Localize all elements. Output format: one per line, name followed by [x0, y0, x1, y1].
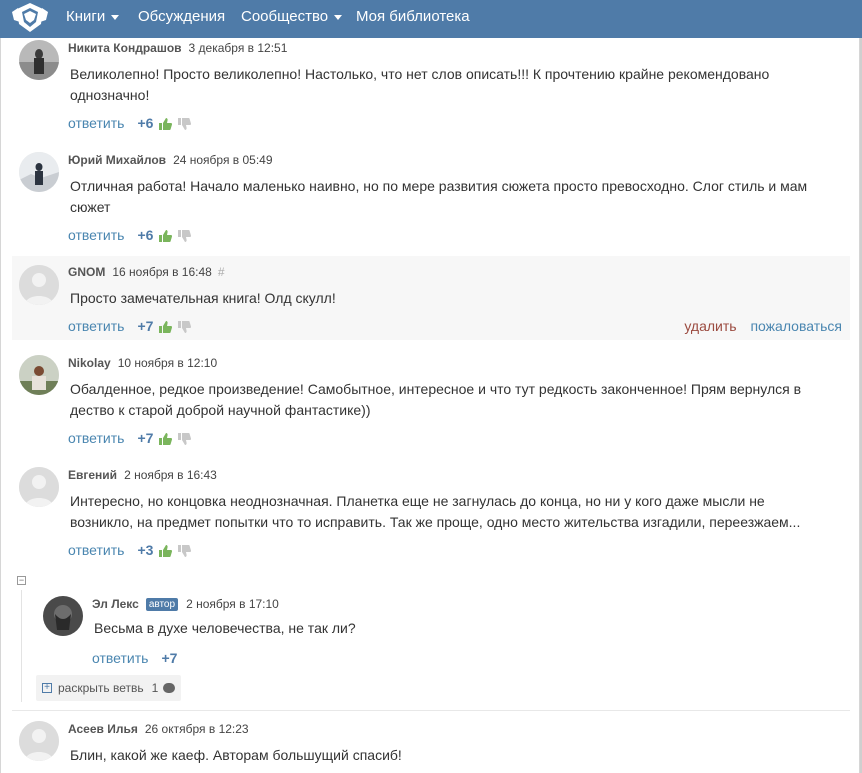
thumb-down-icon[interactable]: [178, 320, 192, 333]
comment-date: 2 ноября в 16:43: [124, 468, 217, 482]
thumb-up-icon[interactable]: [159, 117, 173, 130]
vote-count: +7: [161, 650, 178, 666]
permalink-hash[interactable]: #: [218, 265, 225, 279]
comment-header: Евгений 2 ноября в 16:43: [68, 468, 217, 482]
comment-date: 16 ноября в 16:48: [112, 265, 212, 279]
comment-header: Никита Кондрашов 3 декабря в 12:51: [68, 41, 287, 55]
comment-item: Юрий Михайлов 24 ноября в 05:49 Отличная …: [12, 150, 850, 250]
comment-item: Nikolay 10 ноября в 12:10 Обалденное, ред…: [12, 353, 850, 453]
nav-my-library[interactable]: Моя библиотека: [356, 8, 470, 25]
reply-comment-item: Эл Лекс автор 2 ноября в 17:10 Весьма в ду…: [36, 594, 850, 670]
comment-date: 2 ноября в 17:10: [186, 597, 279, 611]
thumb-down-icon[interactable]: [178, 544, 192, 557]
comment-author[interactable]: Никита Кондрашов: [68, 41, 182, 55]
comment-date: 3 декабря в 12:51: [188, 41, 288, 55]
vote-count: +3: [137, 542, 154, 558]
comment-item: Асеев Илья 26 октября в 12:23 Блин, какой…: [12, 719, 850, 773]
comment-text: Просто замечательная книга! Олд скулл!: [70, 290, 336, 306]
thumb-down-icon[interactable]: [178, 229, 192, 242]
comment-author[interactable]: Эл Лекс: [92, 597, 139, 611]
comment-author[interactable]: Юрий Михайлов: [68, 153, 166, 167]
logo-icon[interactable]: [10, 0, 50, 34]
nav-community[interactable]: Сообщество: [241, 8, 343, 25]
report-link[interactable]: пожаловаться: [750, 318, 842, 334]
avatar[interactable]: [43, 596, 83, 636]
comment-text: Блин, какой же каеф. Авторам большущий с…: [70, 747, 402, 763]
author-badge: автор: [145, 598, 179, 611]
thumb-down-icon[interactable]: [178, 117, 192, 130]
comment-author[interactable]: Асеев Илья: [68, 722, 138, 736]
reply-link[interactable]: ответить: [92, 650, 148, 666]
avatar[interactable]: [19, 467, 59, 507]
reply-count: 1: [151, 681, 159, 695]
comment-text: Весьма в духе человечества, не так ли?: [94, 620, 356, 636]
comment-header: Nikolay 10 ноября в 12:10: [68, 356, 217, 370]
thumb-down-icon[interactable]: [178, 432, 192, 445]
thumb-up-icon[interactable]: [159, 320, 173, 333]
comment-actions: ответить +7: [68, 430, 192, 446]
comment-header: Асеев Илья 26 октября в 12:23: [68, 722, 249, 736]
collapse-icon[interactable]: −: [17, 576, 26, 585]
comment-actions: ответить +7: [68, 318, 192, 334]
comment-item: GNOM 16 ноября в 16:48 # Просто замечатель…: [12, 256, 850, 340]
reply-link[interactable]: ответить: [68, 318, 124, 334]
comment-item: Евгений 2 ноября в 16:43 Интересно, но ко…: [12, 465, 850, 565]
comment-author[interactable]: GNOM: [68, 265, 105, 279]
chevron-down-icon: [334, 15, 343, 20]
reply-link[interactable]: ответить: [68, 542, 124, 558]
comment-text: Интересно, но концовка неоднозначная. Пл…: [70, 493, 801, 530]
nav-books[interactable]: Книги: [66, 8, 120, 25]
comment-text: Обалденное, редкое произведение! Самобыт…: [70, 381, 802, 418]
delete-link[interactable]: удалить: [684, 318, 736, 334]
avatar[interactable]: [19, 152, 59, 192]
comment-header: Эл Лекс автор 2 ноября в 17:10: [92, 597, 279, 612]
comment-actions: ответить +6: [68, 115, 192, 131]
comment-author[interactable]: Nikolay: [68, 356, 111, 370]
expand-branch-button[interactable]: + раскрыть ветвь 1: [36, 675, 182, 701]
reply-link[interactable]: ответить: [68, 227, 124, 243]
vote-count: +7: [137, 430, 154, 446]
vote-count: +7: [137, 318, 154, 334]
comment-item: Никита Кондрашов 3 декабря в 12:51 Велико…: [12, 38, 850, 138]
avatar[interactable]: [19, 265, 59, 305]
thumb-up-icon[interactable]: [159, 432, 173, 445]
nav-discussions[interactable]: Обсуждения: [138, 8, 225, 25]
comment-author[interactable]: Евгений: [68, 468, 117, 482]
comment-header: Юрий Михайлов 24 ноября в 05:49: [68, 153, 273, 167]
expand-branch-label: раскрыть ветвь: [58, 681, 144, 695]
chevron-down-icon: [111, 15, 120, 20]
avatar[interactable]: [19, 40, 59, 80]
thumb-up-icon[interactable]: [159, 544, 173, 557]
avatar[interactable]: [19, 721, 59, 761]
comment-actions: ответить +6: [68, 227, 192, 243]
comment-actions: ответить +7: [92, 650, 177, 666]
avatar[interactable]: [19, 355, 59, 395]
vote-count: +6: [137, 227, 154, 243]
reply-link[interactable]: ответить: [68, 430, 124, 446]
reply-link[interactable]: ответить: [68, 115, 124, 131]
vote-count: +6: [137, 115, 154, 131]
nav-community-label: Сообщество: [241, 8, 329, 25]
moderation-actions: удалить пожаловаться: [684, 318, 842, 334]
thread-line: [21, 590, 22, 702]
comment-date: 26 октября в 12:23: [144, 722, 249, 736]
comment-text: Великолепно! Просто великолепно! Настоль…: [70, 66, 770, 103]
comment-date: 10 ноября в 12:10: [117, 356, 218, 370]
nav-my-library-label: Моя библиотека: [356, 8, 470, 25]
nav-discussions-label: Обсуждения: [138, 8, 226, 25]
comment-bubble-icon: [163, 683, 176, 693]
expand-icon: +: [42, 683, 52, 693]
nav-books-label: Книги: [66, 8, 106, 25]
comment-header: GNOM 16 ноября в 16:48 #: [68, 265, 225, 279]
top-navbar: Книги Обсуждения Сообщество Моя библиоте…: [0, 0, 862, 38]
thumb-up-icon[interactable]: [159, 229, 173, 242]
comment-actions: ответить +3: [68, 542, 192, 558]
comment-text: Отличная работа! Начало маленько наивно,…: [70, 178, 808, 215]
divider: [12, 710, 850, 711]
comment-date: 24 ноября в 05:49: [173, 153, 273, 167]
